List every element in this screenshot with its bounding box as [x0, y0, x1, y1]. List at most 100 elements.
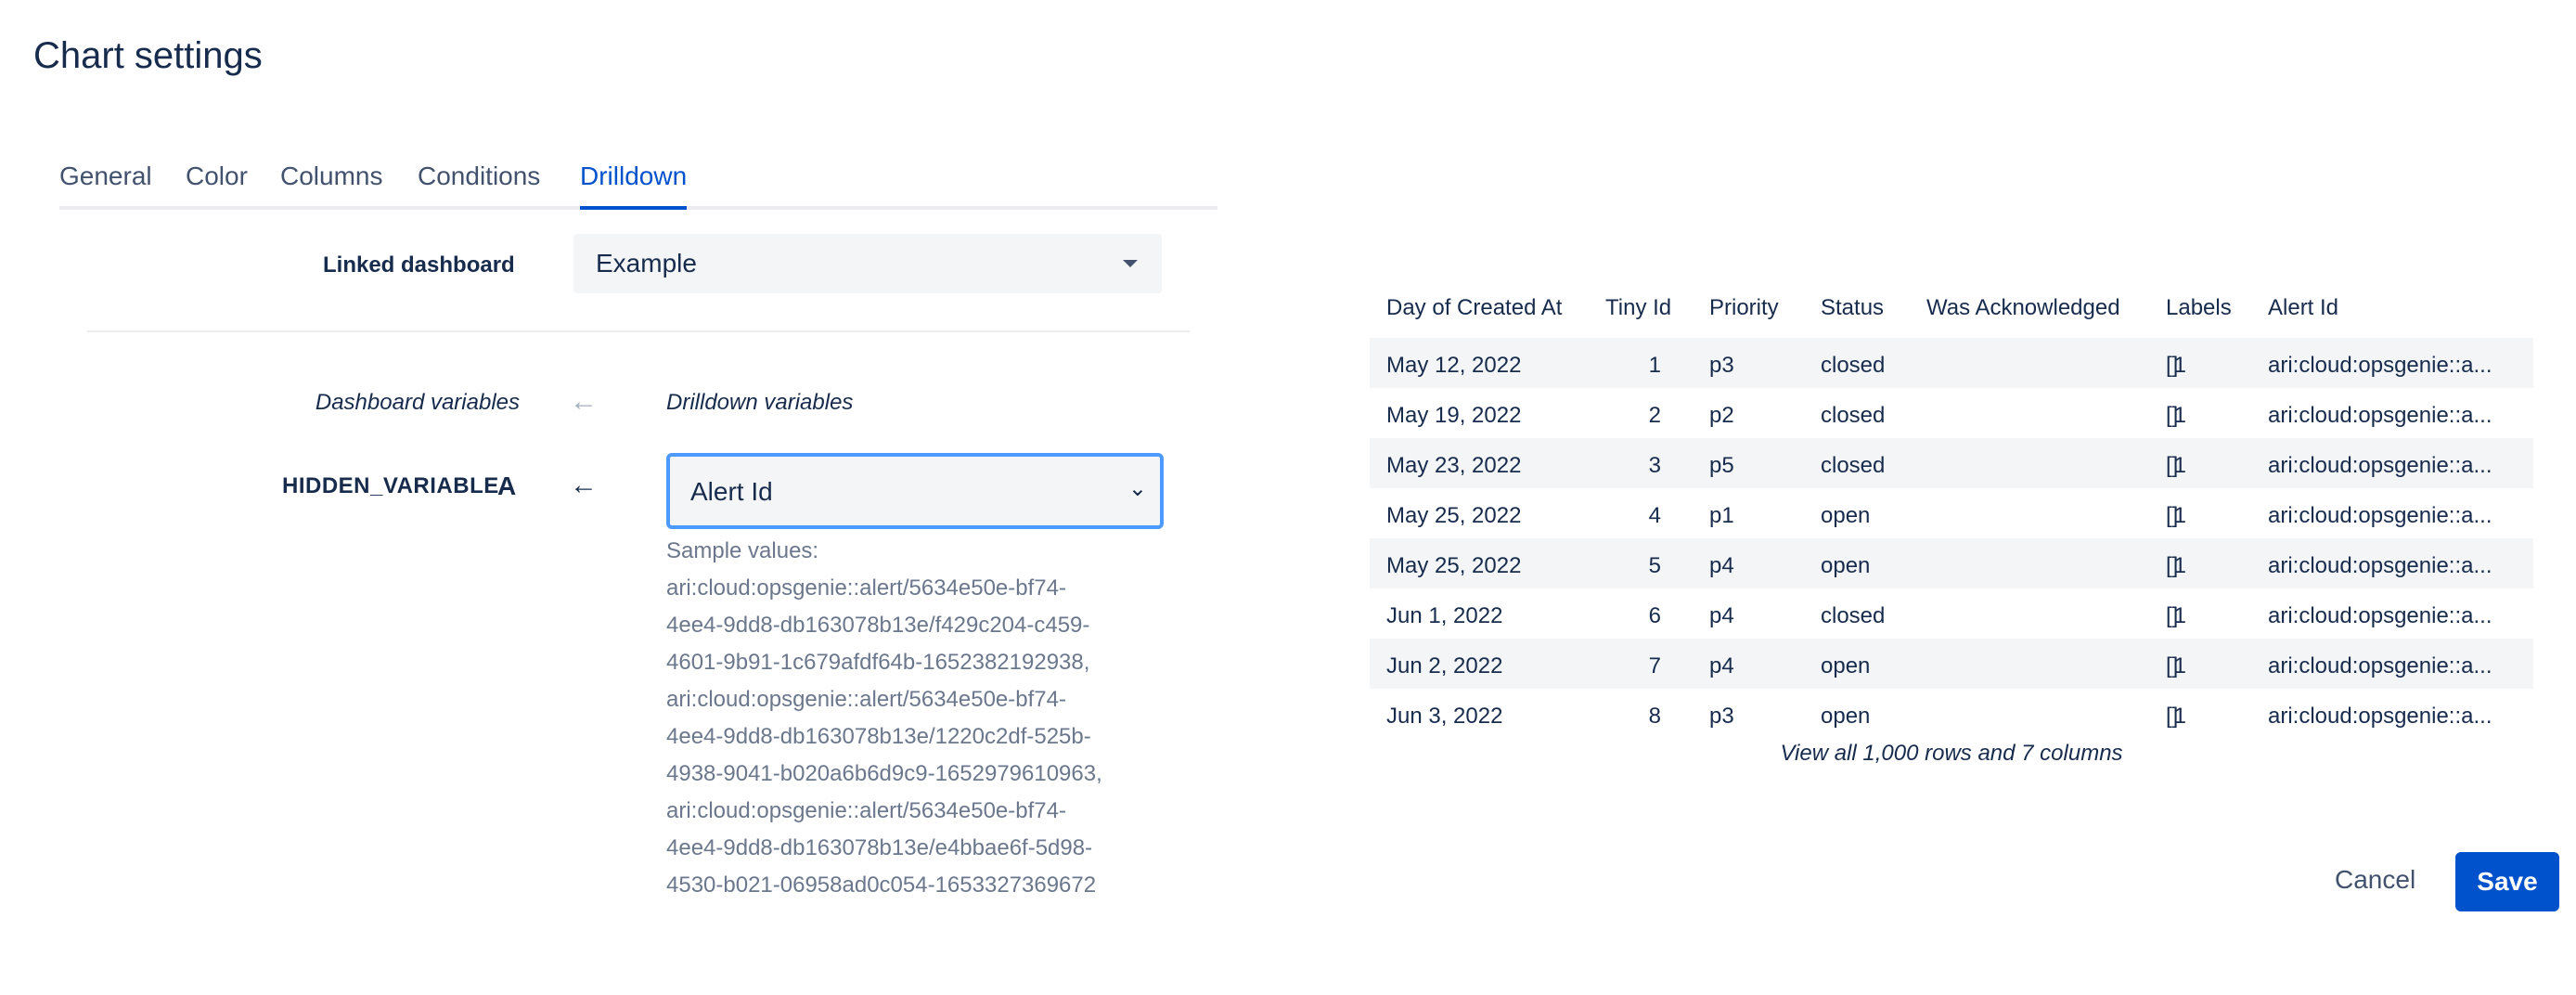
table-cell: May 25, 2022: [1386, 503, 1522, 528]
linked-dashboard-value: Example: [596, 249, 697, 278]
save-button[interactable]: Save: [2455, 852, 2559, 911]
column-header: Tiny Id: [1605, 295, 1672, 320]
table-cell: []: [2166, 353, 2179, 378]
table-cell: 2: [1648, 403, 1661, 428]
table-cell: open: [1821, 653, 1871, 678]
sample-values: Sample values: ari:cloud:opsgenie::alert…: [666, 533, 1167, 904]
table-cell: 1: [1648, 353, 1661, 378]
table-cell: open: [1821, 503, 1871, 528]
text-type-icon: A: [497, 472, 517, 500]
table-cell: May 19, 2022: [1386, 403, 1522, 428]
table-cell: []: [2166, 603, 2179, 628]
drilldown-variable-select[interactable]: Alert Id ⌄: [666, 453, 1164, 529]
page-title: Chart settings: [33, 35, 263, 76]
table-cell: []: [2166, 503, 2179, 528]
table-row: May 19, 2022 2 p2 closed 1[] ari:cloud:opsgen…: [1370, 388, 2533, 438]
column-header: Labels: [2166, 295, 2232, 320]
table-cell: ari:cloud:opsgenie::a...: [2268, 603, 2492, 628]
table-cell: 4: [1648, 503, 1661, 528]
table-cell: 3: [1648, 453, 1661, 478]
table-cell: []: [2166, 453, 2179, 478]
table-row: May 25, 2022 4 p1 open 1[] ari:cloud:opsgenie…: [1370, 488, 2533, 538]
caret-down-icon: [1123, 260, 1138, 267]
preview-table: Day of Created At Tiny Id Priority Statu…: [1370, 288, 2533, 739]
table-cell: 5: [1648, 553, 1661, 578]
table-cell: ari:cloud:opsgenie::a...: [2268, 653, 2492, 678]
table-cell: p4: [1709, 653, 1734, 678]
table-cell: May 12, 2022: [1386, 353, 1522, 378]
table-cell: 1: [2173, 704, 2186, 729]
tab-color[interactable]: Color: [186, 156, 248, 206]
table-cell: p2: [1709, 403, 1734, 428]
table-cell: Jun 3, 2022: [1386, 704, 1503, 729]
drilldown-variable-value: Alert Id: [690, 477, 773, 506]
tab-drilldown[interactable]: Drilldown: [580, 156, 688, 210]
table-cell: []: [2166, 704, 2179, 729]
table-cell: 8: [1648, 704, 1661, 729]
table-cell: 1: [2173, 503, 2186, 528]
table-cell: ari:cloud:opsgenie::a...: [2268, 503, 2492, 528]
tab-columns[interactable]: Columns: [280, 156, 382, 206]
table-cell: p4: [1709, 553, 1734, 578]
table-cell: 1: [2173, 553, 2186, 578]
table-row: May 12, 2022 1 p3 closed 1[] ari:cloud:opsgen…: [1370, 338, 2533, 388]
sample-value-line: ari:cloud:opsgenie::alert/5634e50e-bf74-: [666, 687, 1066, 712]
table-row: Jun 1, 2022 6 p4 closed 1[] ari:cloud:opsgeni…: [1370, 588, 2533, 639]
table-cell: p3: [1709, 704, 1734, 729]
table-cell: []: [2166, 653, 2179, 678]
sample-values-title: Sample values:: [666, 538, 819, 563]
linked-dashboard-label: Linked dashboard: [323, 252, 515, 278]
table-cell: 1: [2173, 603, 2186, 628]
table-cell: open: [1821, 704, 1871, 729]
sample-value-line: 4938-9041-b020a6b6d9c9-1652979610963,: [666, 761, 1102, 786]
chevron-down-icon: ⌄: [1127, 476, 1147, 501]
table-cell: 1: [2173, 453, 2186, 478]
table-cell: closed: [1821, 453, 1886, 478]
drilldown-variables-label: Drilldown variables: [666, 390, 854, 415]
table-cell: ari:cloud:opsgenie::a...: [2268, 353, 2492, 378]
variable-name: HIDDEN_VARIABLE: [282, 473, 499, 498]
column-header: Day of Created At: [1386, 295, 1563, 320]
column-header: Priority: [1709, 295, 1779, 320]
table-cell: p5: [1709, 453, 1734, 478]
sample-value-line: ari:cloud:opsgenie::alert/5634e50e-bf74-: [666, 798, 1066, 823]
table-cell: Jun 1, 2022: [1386, 603, 1503, 628]
table-cell: ari:cloud:opsgenie::a...: [2268, 553, 2492, 578]
table-row: Jun 3, 2022 8 p3 open 1[] ari:cloud:opsgenie:…: [1370, 689, 2533, 739]
table-body: May 12, 2022 1 p3 closed 1[] ari:cloud:opsgen…: [1370, 338, 2533, 739]
table-cell: Jun 2, 2022: [1386, 653, 1503, 678]
table-cell: ari:cloud:opsgenie::a...: [2268, 403, 2492, 428]
table-cell: ari:cloud:opsgenie::a...: [2268, 704, 2492, 729]
table-cell: closed: [1821, 353, 1886, 378]
cancel-button[interactable]: Cancel: [2316, 850, 2434, 910]
table-row: May 25, 2022 5 p4 open 1[] ari:cloud:opsgenie…: [1370, 538, 2533, 588]
column-header: Was Acknowledged: [1926, 295, 2120, 320]
column-header: Status: [1821, 295, 1885, 320]
tab-conditions[interactable]: Conditions: [418, 156, 540, 206]
table-cell: closed: [1821, 603, 1886, 628]
table-cell: 7: [1648, 653, 1661, 678]
table-cell: []: [2166, 403, 2179, 428]
table-cell: []: [2166, 553, 2179, 578]
sample-value-line: 4ee4-9dd8-db163078b13e/e4bbae6f-5d98-: [666, 835, 1093, 860]
table-cell: closed: [1821, 403, 1886, 428]
sample-value-line: ari:cloud:opsgenie::alert/5634e50e-bf74-: [666, 575, 1066, 601]
arrow-left-icon: ←: [570, 470, 598, 500]
tab-general[interactable]: General: [59, 156, 152, 206]
column-header: Alert Id: [2268, 295, 2339, 320]
table-cell: open: [1821, 553, 1871, 578]
linked-dashboard-dropdown[interactable]: Example: [573, 234, 1162, 293]
table-cell: p4: [1709, 603, 1734, 628]
dashboard-variables-label: Dashboard variables: [315, 390, 520, 415]
table-cell: 1: [2173, 353, 2186, 378]
table-row: Jun 2, 2022 7 p4 open 1[] ari:cloud:opsgenie:…: [1370, 639, 2533, 689]
table-cell: May 25, 2022: [1386, 553, 1522, 578]
table-header: Day of Created At Tiny Id Priority Statu…: [1370, 288, 2533, 338]
table-cell: 6: [1648, 603, 1661, 628]
arrow-left-icon: ←: [570, 386, 598, 417]
table-cell: ari:cloud:opsgenie::a...: [2268, 453, 2492, 478]
view-all-link[interactable]: View all 1,000 rows and 7 columns: [1370, 741, 2533, 767]
table-cell: May 23, 2022: [1386, 453, 1522, 478]
tab-bar: General Color Columns Conditions Drilldo…: [59, 156, 1217, 210]
divider: [87, 330, 1190, 332]
